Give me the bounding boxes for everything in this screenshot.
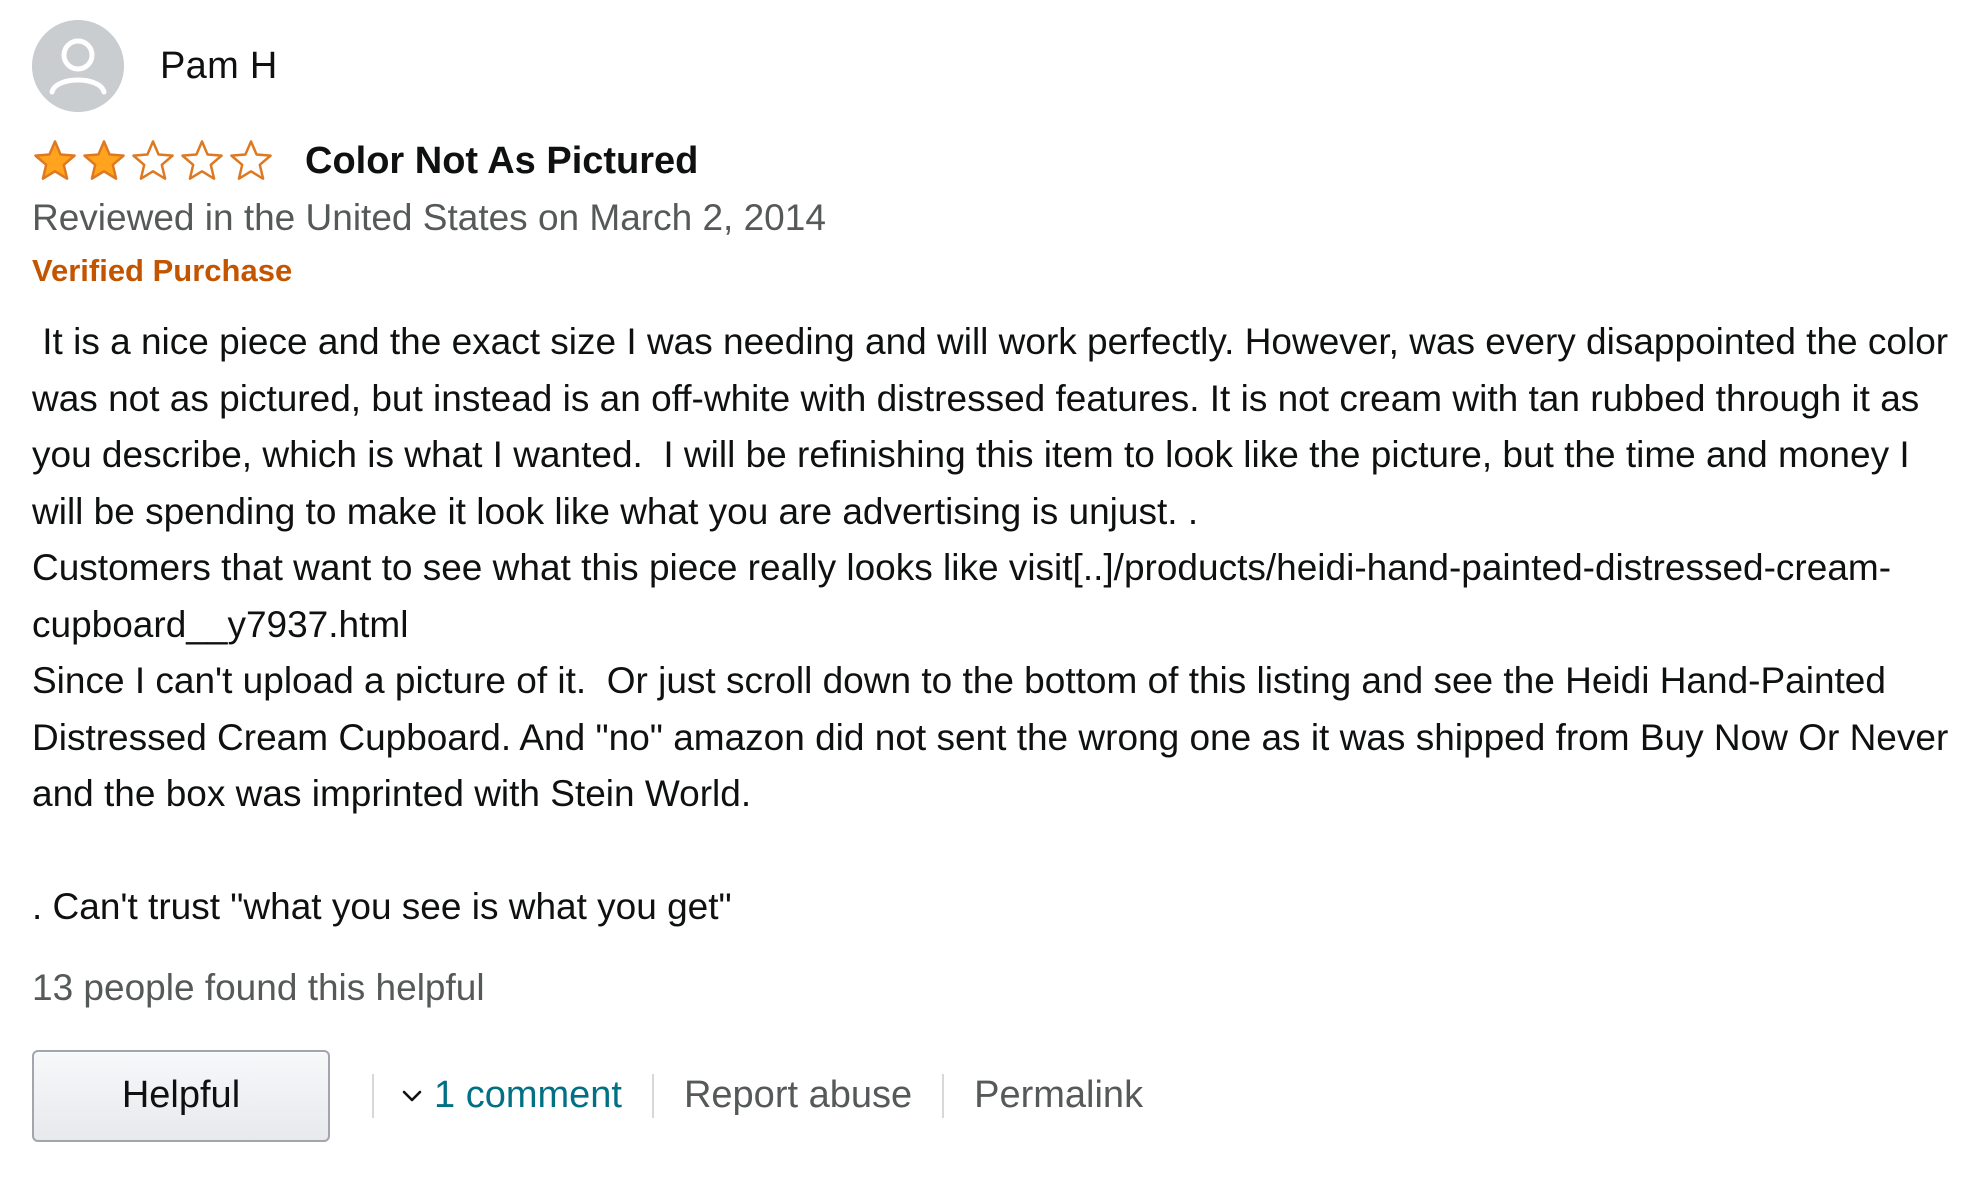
review-body-text: It is a nice piece and the exact size I … (32, 321, 1949, 927)
permalink-link[interactable]: Permalink (974, 1074, 1143, 1117)
action-divider (942, 1073, 945, 1118)
comment-link[interactable]: 1 comment (400, 1074, 622, 1117)
chevron-down-icon (402, 1090, 422, 1101)
report-abuse-link[interactable]: Report abuse (684, 1074, 912, 1117)
comment-link-label: 1 comment (434, 1074, 622, 1116)
review-actions: Helpful 1 comment Report abuse Permalink (32, 1049, 1952, 1142)
helpful-button[interactable]: Helpful (32, 1049, 330, 1142)
action-divider (651, 1073, 654, 1118)
review-title-row: Color Not As Pictured (32, 136, 1952, 186)
reviewer-name[interactable]: Pam H (160, 45, 278, 88)
default-user-avatar-icon[interactable] (32, 20, 124, 112)
star-rating[interactable] (32, 138, 277, 184)
reviewer-profile[interactable]: Pam H (32, 20, 1952, 112)
review-title[interactable]: Color Not As Pictured (305, 140, 698, 183)
customer-review: Pam H Color Not As Pictured Reviewed in … (32, 20, 1952, 1142)
star-empty-icon (181, 140, 223, 180)
action-divider (372, 1073, 374, 1118)
verified-purchase-badge[interactable]: Verified Purchase (32, 248, 1952, 294)
star-empty-icon (132, 140, 174, 180)
review-date: Reviewed in the United States on March 2… (32, 197, 826, 238)
star-filled-icon (34, 140, 76, 180)
star-empty-icon (230, 140, 272, 180)
helpful-count: 13 people found this helpful (32, 966, 485, 1008)
star-filled-icon (83, 140, 125, 180)
